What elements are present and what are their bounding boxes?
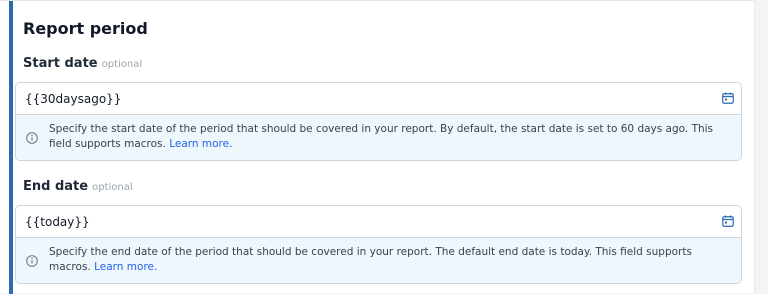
start-date-learn-more-link[interactable]: Learn more. (169, 138, 232, 150)
start-date-field: {{30daysago}} Specify the start date of … (15, 82, 742, 161)
start-date-label-group: Start date optional (23, 56, 142, 71)
end-date-label-group: End date optional (23, 179, 133, 194)
end-date-input[interactable]: {{today}} (16, 206, 741, 237)
start-date-help: Specify the start date of the period tha… (16, 114, 741, 160)
start-date-input[interactable]: {{30daysago}} (16, 83, 741, 114)
info-icon (26, 254, 38, 267)
end-date-value: {{today}} (25, 214, 90, 229)
start-date-help-text: Specify the start date of the period tha… (49, 123, 714, 150)
calendar-icon[interactable] (722, 215, 734, 227)
calendar-icon[interactable] (722, 92, 734, 104)
section-title: Report period (23, 19, 148, 38)
end-date-field: {{today}} Specify the end date of the pe… (15, 205, 742, 284)
report-period-section: Report period Start date optional {{30day… (0, 0, 755, 294)
section-accent-bar (9, 1, 13, 294)
start-date-optional-tag: optional (101, 59, 143, 70)
end-date-learn-more-link[interactable]: Learn more. (94, 261, 157, 273)
end-date-help: Specify the end date of the period that … (16, 237, 741, 283)
start-date-label: Start date (23, 56, 98, 71)
end-date-label: End date (23, 179, 89, 194)
end-date-optional-tag: optional (92, 182, 133, 193)
start-date-value: {{30daysago}} (25, 91, 122, 106)
info-icon (26, 131, 38, 144)
